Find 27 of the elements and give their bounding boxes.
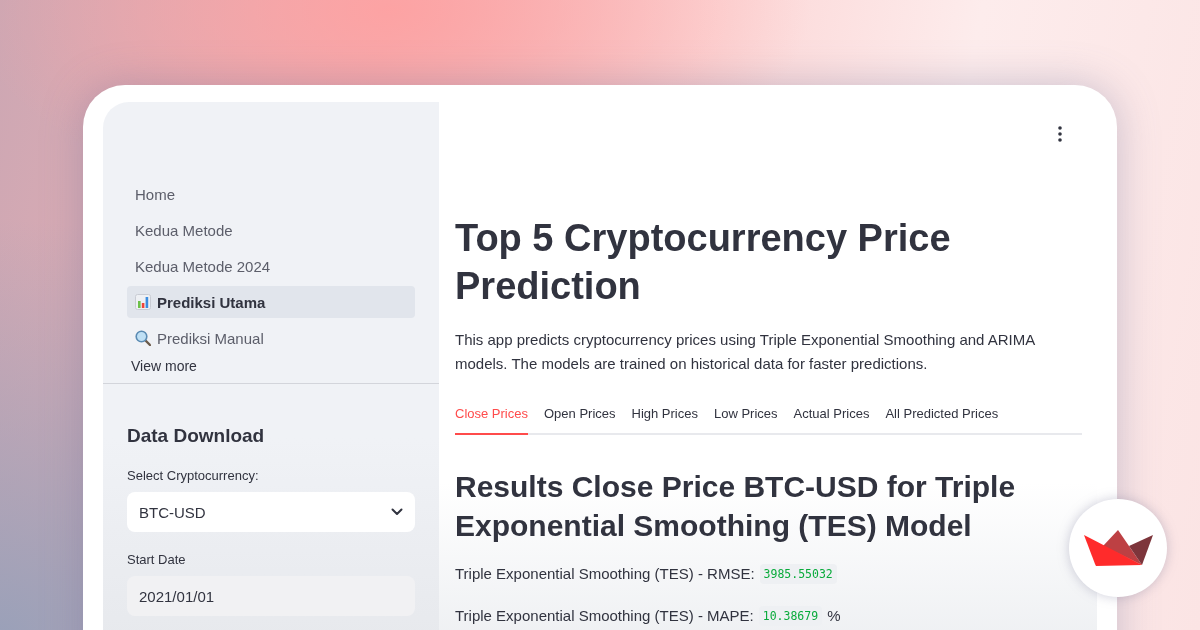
metric-label: Triple Exponential Smoothing (TES) - MAPE: xyxy=(455,606,754,626)
results-heading: Results Close Price BTC-USD for Triple Exponential Smoothing (TES) Model xyxy=(455,469,1017,544)
bar-chart-icon xyxy=(135,294,151,310)
date-input-field[interactable]: 2021/01/01 xyxy=(127,576,415,616)
page-title: Top 5 Cryptocurrency Price Prediction xyxy=(455,216,952,309)
metric-label: Triple Exponential Smoothing (TES) - RMSE: xyxy=(455,564,755,584)
sidebar-nav-item[interactable]: Kedua Metode 2024 xyxy=(127,250,415,282)
more-vertical-icon xyxy=(1058,126,1062,142)
view-more-button[interactable]: View more xyxy=(131,356,197,376)
sidebar-nav-item[interactable]: Prediksi Utama xyxy=(127,286,415,318)
unit-label: % xyxy=(827,606,841,626)
tab[interactable]: Low Prices xyxy=(714,405,778,435)
field-label: Start Date xyxy=(127,551,187,569)
chevron-down-icon xyxy=(391,508,403,516)
sidebar-nav-item[interactable]: Home xyxy=(127,178,415,210)
sidebar-nav-item[interactable]: Kedua Metode xyxy=(127,214,415,246)
metric-value: 3985.55032 xyxy=(759,564,837,584)
tab[interactable]: Actual Prices xyxy=(793,405,870,435)
section-title: Data Download xyxy=(127,424,266,448)
tab[interactable]: Open Prices xyxy=(543,405,616,435)
cryptocurrency-select[interactable]: BTC-USD xyxy=(127,492,415,532)
magnifier-icon xyxy=(135,330,151,346)
tab[interactable]: All Predicted Prices xyxy=(885,405,999,435)
tab[interactable]: High Prices xyxy=(631,405,698,435)
field-label: Select Cryptocurrency: xyxy=(127,467,260,485)
sidebar-nav-item[interactable]: Prediksi Manual xyxy=(127,322,415,354)
description-text: This app predicts cryptocurrency prices using Triple Exponential Smoothing and ARIMA models. The models are trained on historical data for faster predictions. xyxy=(455,330,1036,374)
